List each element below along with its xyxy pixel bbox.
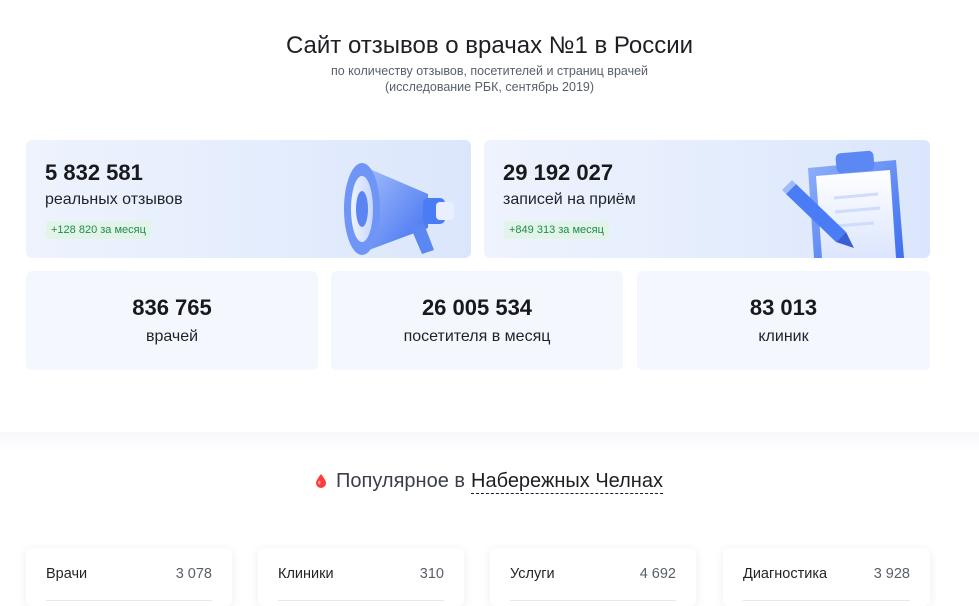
stat-card-appointments: 29 192 027 записей на приём +849 313 за … — [484, 140, 930, 258]
category-name[interactable]: Клиники — [278, 566, 334, 582]
category-underline — [46, 600, 212, 601]
stat-label: посетителя в месяц — [403, 328, 551, 345]
stat-card-doctors: 836 765 врачей — [26, 271, 318, 370]
popular-heading: Популярное в Набережных Челнах — [0, 470, 979, 494]
stat-label: врачей — [145, 328, 199, 345]
stat-card-clinics: 83 013 клиник — [637, 271, 930, 370]
category-card-doctors[interactable]: Врачи 3 078 — [26, 548, 232, 606]
stat-value: 83 013 — [749, 295, 818, 320]
stat-card-reviews: 5 832 581 реальных отзывов +128 820 за м… — [26, 140, 471, 258]
category-count: 4 692 — [639, 566, 676, 582]
category-name[interactable]: Диагностика — [743, 566, 827, 582]
stat-value: 5 832 581 — [45, 160, 143, 185]
stat-value: 836 765 — [132, 295, 212, 320]
stat-label: реальных отзывов — [45, 191, 183, 208]
category-card-clinics[interactable]: Клиники 310 — [258, 548, 464, 606]
stat-delta-badge: +849 313 за месяц — [504, 221, 609, 239]
category-card-diagnostics[interactable]: Диагностика 3 928 — [723, 548, 930, 606]
stat-label: записей на приём — [503, 191, 636, 208]
page-note: (исследование РБК, сентябрь 2019) — [384, 80, 595, 94]
clipboard-pen-icon — [782, 150, 904, 258]
stat-label: клиник — [758, 328, 809, 345]
page-subtitle: по количеству отзывов, посетителей и стр… — [330, 64, 649, 78]
category-underline — [278, 600, 444, 601]
popular-prefix: Популярное в — [336, 470, 466, 492]
category-underline — [743, 600, 910, 601]
section-divider — [0, 432, 979, 452]
stat-value: 26 005 534 — [421, 295, 533, 320]
megaphone-icon — [344, 163, 454, 255]
location-pin-icon — [316, 474, 327, 488]
category-underline — [510, 600, 676, 601]
page-title: Сайт отзывов о врачах №1 в России — [285, 32, 694, 59]
stat-value: 29 192 027 — [503, 160, 614, 185]
category-card-services[interactable]: Услуги 4 692 — [490, 548, 696, 606]
category-count: 3 078 — [175, 566, 212, 582]
category-count: 3 928 — [873, 566, 910, 582]
category-name[interactable]: Врачи — [46, 566, 87, 582]
stat-delta-badge: +128 820 за месяц — [46, 221, 151, 239]
stat-card-visitors: 26 005 534 посетителя в месяц — [331, 271, 623, 370]
category-name[interactable]: Услуги — [510, 566, 555, 582]
category-count: 310 — [419, 566, 444, 582]
city-selector[interactable]: Набережных Челнах — [471, 470, 663, 494]
